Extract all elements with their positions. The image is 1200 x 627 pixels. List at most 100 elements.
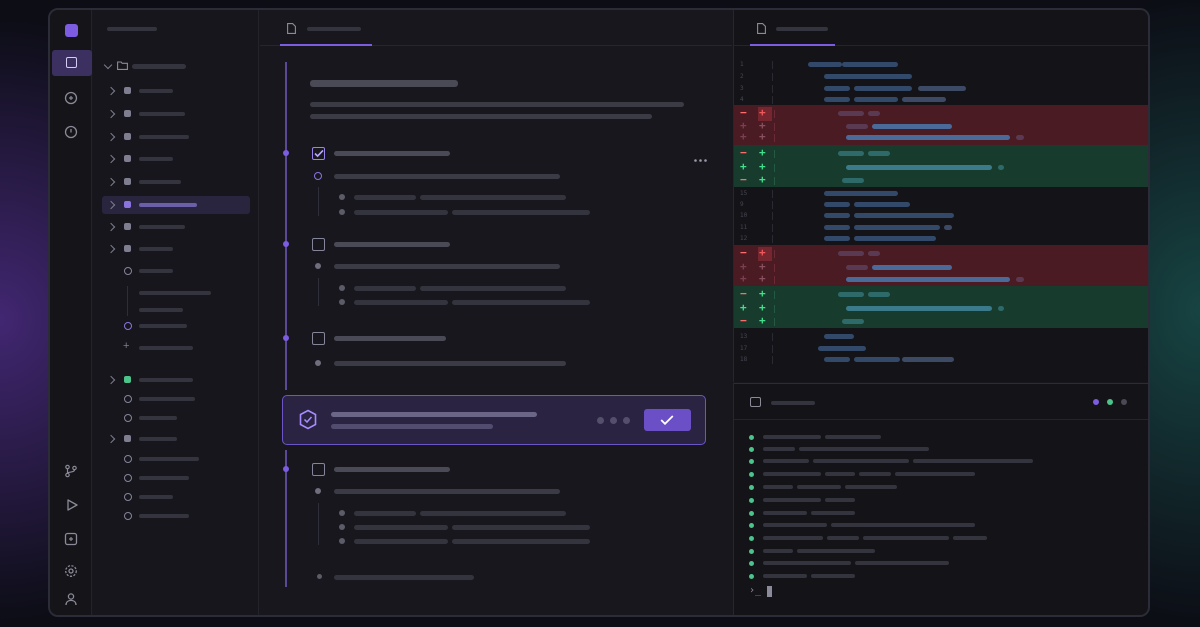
tree-item[interactable]: [102, 488, 250, 506]
detail-text: [354, 539, 448, 544]
task-checkbox[interactable]: [312, 147, 325, 160]
output-text: [763, 536, 823, 540]
output-text: [763, 511, 807, 515]
detail-bullet: [339, 510, 345, 516]
output-text: [855, 561, 949, 565]
account-icon[interactable]: [64, 592, 78, 606]
code-token: [846, 135, 1010, 140]
tree-item[interactable]: [102, 150, 250, 168]
file-icon: [124, 435, 131, 442]
output-bullet: [749, 485, 754, 490]
chevron-right-icon: [106, 244, 116, 254]
explorer-button[interactable]: [52, 50, 92, 76]
extensions-icon[interactable]: [64, 532, 78, 546]
tree-item[interactable]: [102, 240, 250, 258]
approve-button[interactable]: [644, 409, 691, 431]
output-bullet: [749, 435, 754, 440]
tree-item[interactable]: [102, 371, 250, 389]
code-token: [872, 265, 952, 270]
tree-item[interactable]: +: [102, 339, 250, 357]
subtask-text: [334, 361, 566, 366]
tree-item[interactable]: [102, 218, 250, 236]
subtask-text: [334, 489, 560, 494]
app-logo-icon[interactable]: [65, 24, 78, 37]
detail-text: [354, 511, 416, 516]
gutter-sep: [772, 345, 773, 353]
tree-item[interactable]: [102, 409, 250, 427]
diff-tab[interactable]: [750, 10, 835, 46]
output-text: [763, 498, 821, 502]
tree-item[interactable]: [102, 469, 250, 487]
tree-item-label: [139, 247, 173, 251]
task-checkbox[interactable]: [312, 332, 325, 345]
tree-item[interactable]: [102, 507, 250, 525]
diff-line: − +: [734, 287, 1148, 301]
gutter-sep: [774, 318, 775, 326]
diff-line: 4: [734, 94, 1148, 106]
output-text: [763, 485, 793, 489]
subtask-icon: [315, 488, 321, 494]
output-text: [763, 435, 821, 439]
diff-line: + +: [734, 260, 1148, 274]
task-checkbox[interactable]: [312, 238, 325, 251]
tree-item[interactable]: [102, 450, 250, 468]
output-text: [825, 472, 855, 476]
terminal-title: [771, 401, 815, 405]
output-text: [915, 536, 949, 540]
terminal-icon[interactable]: [750, 397, 761, 407]
output-bullet: [749, 549, 754, 554]
timeline-dot: [283, 150, 289, 156]
tree-item[interactable]: [102, 105, 250, 123]
chat-icon[interactable]: [64, 91, 78, 105]
task-checkbox[interactable]: [312, 463, 325, 476]
tree-item-label: [139, 346, 193, 350]
tree-item-label: [139, 397, 195, 401]
output-bullet: [749, 498, 754, 503]
tree-item[interactable]: [102, 128, 250, 146]
tree-root[interactable]: [103, 59, 253, 73]
code-token: [854, 202, 910, 207]
diff-sign-added: +: [759, 287, 766, 300]
tree-item[interactable]: [102, 390, 250, 408]
diff-sign-added: +: [740, 301, 747, 314]
history-icon[interactable]: [64, 125, 78, 139]
subtask-text: [334, 174, 560, 179]
detail-text: [452, 300, 590, 305]
diff-sign-removed: +: [740, 272, 747, 285]
run-icon[interactable]: [65, 498, 79, 512]
chevron-right-icon: [106, 109, 116, 119]
settings-icon[interactable]: [64, 564, 78, 578]
code-token: [902, 357, 954, 362]
subtask-icon: [314, 172, 322, 180]
subtask-guide: [318, 187, 319, 216]
code-token: [846, 124, 868, 129]
detail-text: [354, 286, 416, 291]
gutter-sep: [772, 61, 773, 69]
editor-tab[interactable]: [280, 10, 372, 46]
tree-item-label: [139, 157, 173, 161]
detail-text: [420, 286, 566, 291]
code-token: [868, 111, 880, 116]
tree-item[interactable]: [102, 196, 250, 214]
more-icon[interactable]: [694, 159, 707, 162]
output-text: [825, 435, 881, 439]
tree-item[interactable]: [102, 173, 250, 191]
tree-item[interactable]: [102, 430, 250, 448]
plus-icon: +: [123, 340, 130, 352]
task-title: [334, 242, 450, 247]
tree-item[interactable]: [102, 82, 250, 100]
tree-item[interactable]: [102, 317, 250, 335]
terminal-cursor[interactable]: [767, 586, 772, 597]
code-token: [846, 306, 992, 311]
chevron-right-icon: [106, 86, 116, 96]
output-text: [763, 549, 793, 553]
diff-sign-removed: −: [740, 106, 747, 119]
gutter-sep: [774, 110, 775, 118]
tree-item[interactable]: [102, 262, 250, 280]
diff-line: − +: [734, 314, 1148, 328]
source-control-icon[interactable]: [64, 464, 78, 478]
diff-sign-added: −: [740, 314, 747, 327]
approval-card[interactable]: [282, 395, 706, 445]
tree-item-label: [139, 514, 189, 518]
code-token: [824, 86, 850, 91]
